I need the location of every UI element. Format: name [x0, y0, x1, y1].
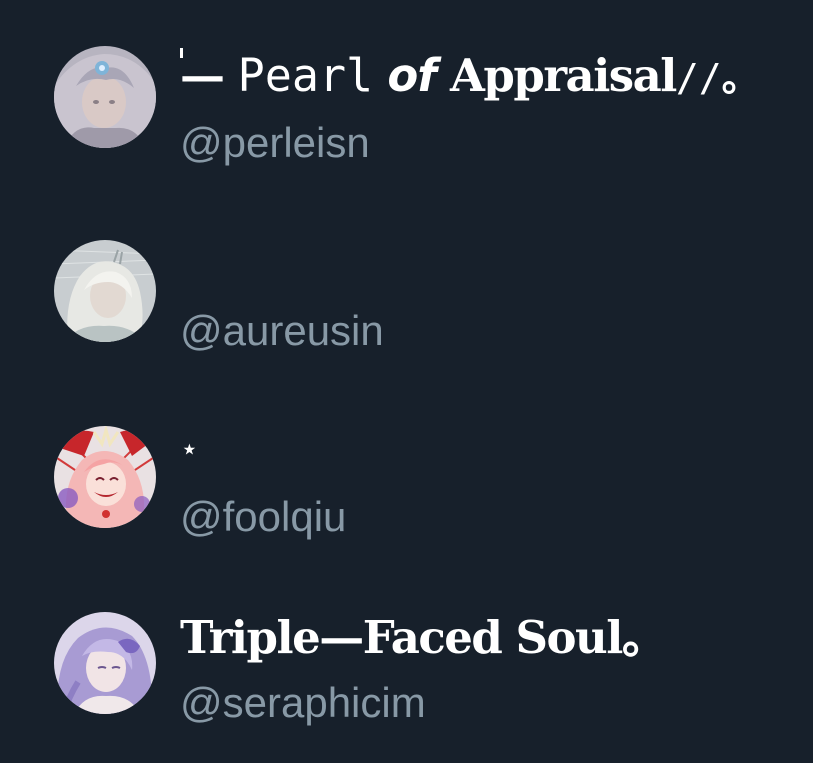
avatar-lavender-hair-icon — [54, 612, 156, 714]
name-slashes: // — [675, 56, 722, 100]
account-row-aureusin[interactable]: @aureusin — [0, 214, 813, 364]
account-row-foolqiu[interactable]: ⋆ @foolqiu — [0, 400, 813, 550]
handle: @perleisn — [180, 119, 370, 166]
name-word-of: of — [387, 49, 436, 102]
account-row-perleisn[interactable]: — Pearl of Appraisal//。 @perleisn — [0, 20, 813, 170]
display-name: — Pearl of Appraisal//。 — [180, 46, 760, 106]
name-word-pearl: Pearl — [237, 49, 374, 102]
account-list: — Pearl of Appraisal//。 @perleisn @aureu… — [0, 0, 813, 763]
name-word-appraisal: Appraisal — [449, 49, 677, 102]
avatar-white-hair-sketch-icon — [54, 240, 156, 342]
account-row-seraphicim[interactable]: Triple—Faced Soul。 @seraphicim — [0, 586, 813, 736]
avatar-pink-hair-red-icon — [54, 426, 156, 528]
display-name: ⋆ — [180, 432, 199, 467]
avatar-silver-hair-crystal-icon — [54, 46, 156, 148]
name-period: 。 — [721, 55, 760, 100]
handle: @aureusin — [180, 307, 384, 354]
display-name: Triple—Faced Soul。 — [180, 611, 667, 664]
handle: @seraphicim — [180, 679, 426, 726]
avatar[interactable] — [54, 612, 156, 714]
handle: @foolqiu — [180, 493, 347, 540]
avatar[interactable] — [54, 240, 156, 342]
avatar[interactable] — [54, 46, 156, 148]
name-dash: — — [180, 49, 225, 102]
avatar[interactable] — [54, 426, 156, 528]
